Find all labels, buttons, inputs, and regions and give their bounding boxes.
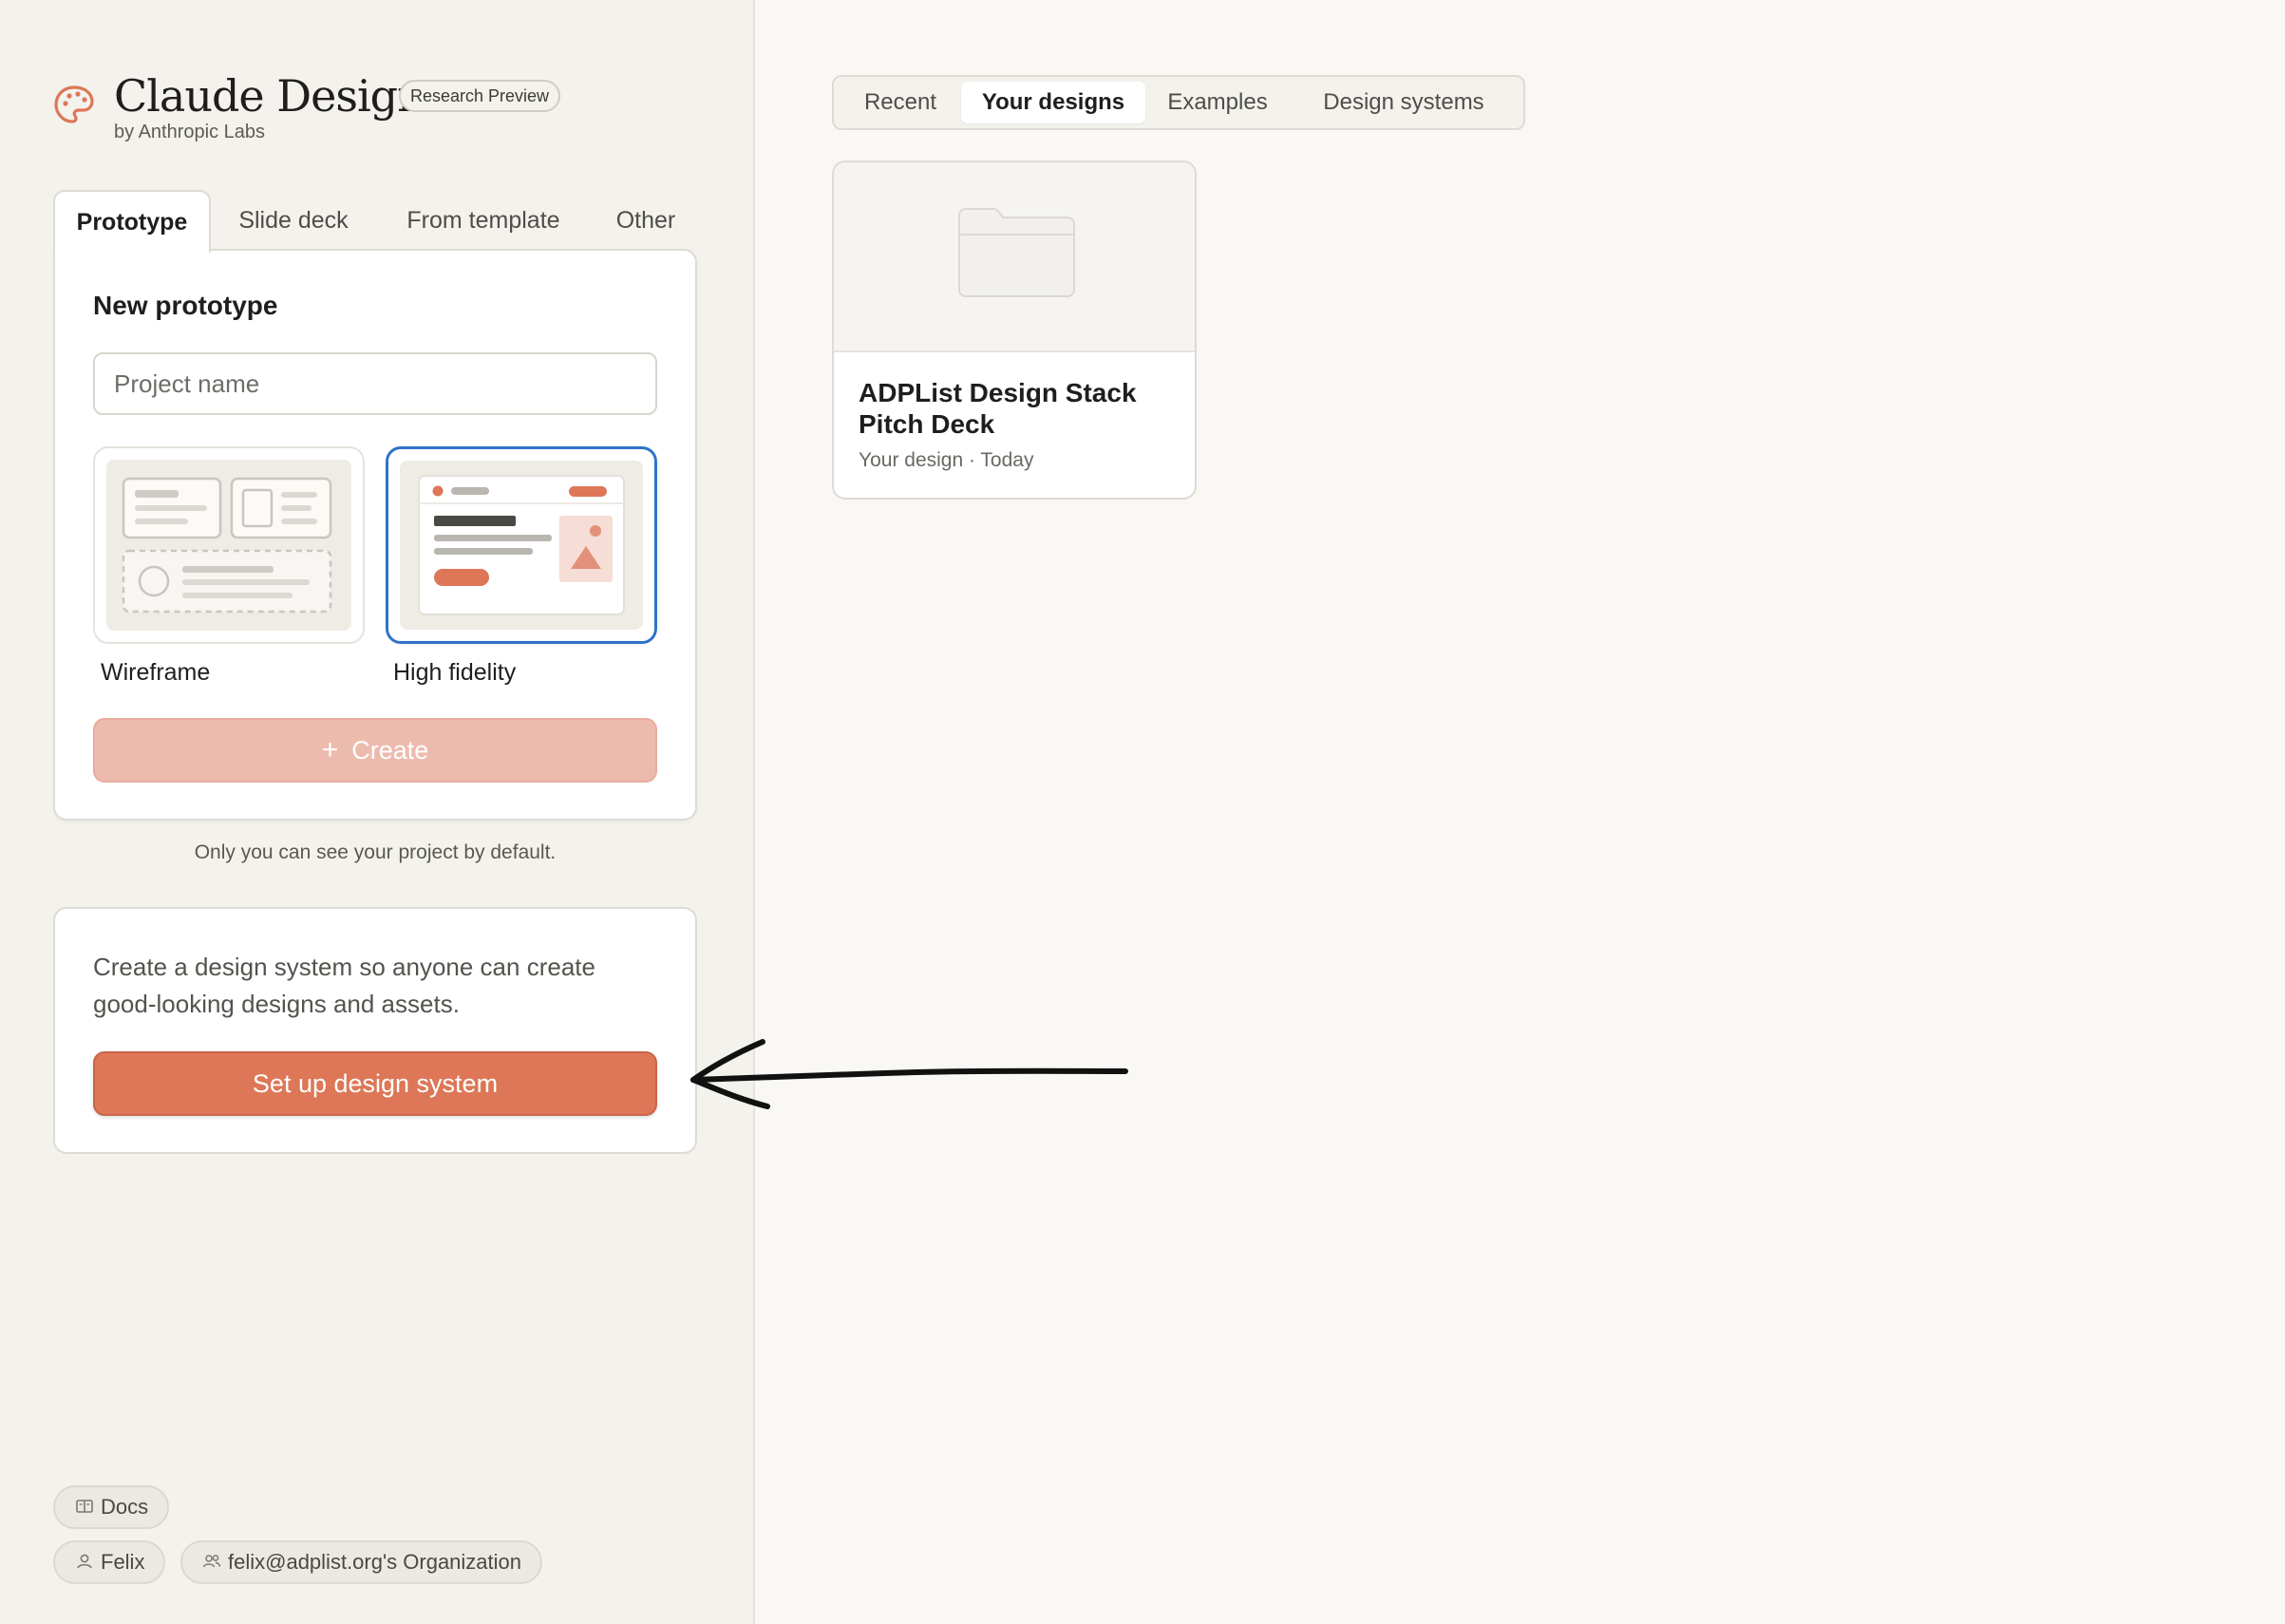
create-tabs: Prototype Slide deck From template Other xyxy=(53,190,699,253)
tab-your-designs[interactable]: Your designs xyxy=(961,82,1145,123)
users-icon xyxy=(202,1555,221,1568)
plus-icon: + xyxy=(321,734,339,765)
app-subtitle: by Anthropic Labs xyxy=(114,122,265,142)
docs-button[interactable]: Docs xyxy=(53,1485,170,1529)
new-prototype-card: New prototype Project name Wireframe Hig… xyxy=(53,249,697,821)
create-button[interactable]: + Create xyxy=(93,718,657,783)
book-icon xyxy=(76,1500,93,1513)
create-label: Create xyxy=(351,736,429,765)
tab-prototype[interactable]: Prototype xyxy=(53,190,211,253)
folder-icon xyxy=(958,208,1075,297)
user-icon xyxy=(77,1554,92,1569)
design-system-card: Create a design system so anyone can cre… xyxy=(53,907,697,1154)
docs-label: Docs xyxy=(101,1495,149,1519)
project-name-input[interactable] xyxy=(93,352,657,415)
organization-button[interactable]: felix@adplist.org's Organization xyxy=(180,1540,543,1584)
palette-icon xyxy=(54,85,94,123)
tab-design-systems[interactable]: Design systems xyxy=(1292,82,1516,123)
wireframe-option[interactable] xyxy=(93,446,365,644)
high-fidelity-option[interactable] xyxy=(386,446,657,644)
annotation-arrow xyxy=(690,1039,1128,1109)
organization-label: felix@adplist.org's Organization xyxy=(228,1550,522,1574)
tab-from-template[interactable]: From template xyxy=(384,190,583,253)
brand-header: Claude Design Research Preview by Anthro… xyxy=(53,70,718,146)
design-system-text: Create a design system so anyone can cre… xyxy=(93,953,595,1018)
high-fidelity-preview xyxy=(400,461,643,630)
tab-slide-deck[interactable]: Slide deck xyxy=(222,190,365,253)
create-panel: Claude Design Research Preview by Anthro… xyxy=(0,0,755,1624)
wireframe-illustration xyxy=(122,477,332,614)
app-root: Claude Design Research Preview by Anthro… xyxy=(0,0,2285,1624)
user-label: Felix xyxy=(101,1550,145,1574)
high-fidelity-illustration xyxy=(418,475,625,615)
design-thumbnail xyxy=(834,162,1195,352)
browse-tabs: Recent Your designs Examples Design syst… xyxy=(832,75,1525,130)
wireframe-label: Wireframe xyxy=(101,659,211,686)
app-title: Claude Design xyxy=(114,70,425,122)
design-meta: Your design · Today xyxy=(859,449,1034,471)
design-card[interactable]: ADPList Design Stack Pitch Deck Your des… xyxy=(832,161,1197,500)
design-title: ADPList Design Stack Pitch Deck xyxy=(859,378,1137,439)
tab-recent[interactable]: Recent xyxy=(843,82,957,123)
tab-other[interactable]: Other xyxy=(602,190,689,253)
tab-examples[interactable]: Examples xyxy=(1151,82,1284,123)
visibility-note: Only you can see your project by default… xyxy=(194,841,557,863)
research-preview-badge: Research Preview xyxy=(399,80,561,112)
user-button[interactable]: Felix xyxy=(53,1540,166,1584)
high-fidelity-label: High fidelity xyxy=(393,659,517,686)
new-prototype-title: New prototype xyxy=(93,291,278,320)
wireframe-preview xyxy=(106,460,351,631)
set-up-design-system-button[interactable]: Set up design system xyxy=(93,1051,657,1116)
